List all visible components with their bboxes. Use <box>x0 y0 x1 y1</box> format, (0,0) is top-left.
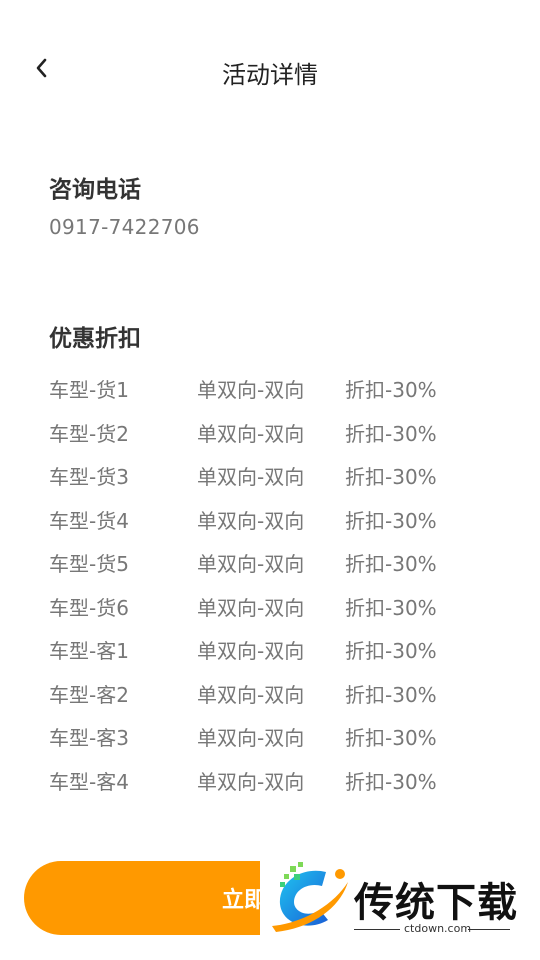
watermark-divider-left <box>354 929 400 930</box>
discount-section-title: 优惠折扣 <box>49 326 141 352</box>
vehicle-type-cell: 车型-客3 <box>49 726 129 751</box>
discount-row: 车型-货5 单双向-双向 折扣-30% <box>49 541 509 585</box>
vehicle-type-cell: 车型-货4 <box>49 508 129 533</box>
discount-row: 车型-客2 单双向-双向 折扣-30% <box>49 672 509 716</box>
phone-number: 0917-7422706 <box>49 215 200 239</box>
discount-cell: 折扣-30% <box>345 726 437 751</box>
discount-row: 车型-客3 单双向-双向 折扣-30% <box>49 715 509 759</box>
watermark-logo <box>272 862 348 932</box>
page-title: 活动详情 <box>222 61 318 89</box>
watermark-text: 传统下载 <box>354 880 518 926</box>
watermark-divider-right <box>468 929 510 930</box>
vehicle-type-cell: 车型-货5 <box>49 552 129 577</box>
direction-cell: 单双向-双向 <box>197 595 305 620</box>
discount-cell: 折扣-30% <box>345 378 437 403</box>
vehicle-type-cell: 车型-货1 <box>49 378 129 403</box>
vehicle-type-cell: 车型-客2 <box>49 682 129 707</box>
direction-cell: 单双向-双向 <box>197 682 305 707</box>
discount-cell: 折扣-30% <box>345 595 437 620</box>
discount-cell: 折扣-30% <box>345 682 437 707</box>
direction-cell: 单双向-双向 <box>197 552 305 577</box>
discount-row: 车型-货3 单双向-双向 折扣-30% <box>49 454 509 498</box>
discount-cell: 折扣-30% <box>345 769 437 794</box>
vehicle-type-cell: 车型-货2 <box>49 421 129 446</box>
activity-detail-page: 活动详情 咨询电话 0917-7422706 优惠折扣 车型-货1 单双向-双向折… <box>0 0 540 960</box>
discount-row: 车型-货4 单双向-双向 折扣-30% <box>49 498 509 542</box>
direction-cell: 单双向-双向 <box>197 378 305 403</box>
discount-row: 车型-客4 单双向-双向 折扣-30% <box>49 759 509 803</box>
direction-cell: 单双向-双向 <box>197 465 305 490</box>
discount-cell: 折扣-30% <box>345 552 437 577</box>
vehicle-type-cell: 车型-客1 <box>49 639 129 664</box>
discount-list: 车型-货1 单双向-双向 折扣-30% 车型-货2 单双向-双向 折扣-30% 车型-货3 单… <box>49 367 509 802</box>
discount-cell: 折扣-30% <box>345 508 437 533</box>
discount-cell: 折扣-30% <box>345 465 437 490</box>
direction-cell: 单双向-双向 <box>197 421 305 446</box>
direction-cell: 单双向-双向 <box>197 726 305 751</box>
watermark: 传统下载 ctdown.com <box>260 860 540 940</box>
discount-row: 车型-货1 单双向-双向 折扣-30% <box>49 367 509 411</box>
vehicle-type-cell: 车型-客4 <box>49 769 129 794</box>
discount-row: 车型-客1 单双向-双向 折扣-30% <box>49 628 509 672</box>
direction-cell: 单双向-双向 <box>197 508 305 533</box>
watermark-url: ctdown.com <box>404 922 472 935</box>
discount-cell: 折扣-30% <box>345 639 437 664</box>
discount-row: 车型-货6 单双向-双向 折扣-30% <box>49 585 509 629</box>
direction-cell: 单双向-双向 <box>197 639 305 664</box>
vehicle-type-cell: 车型-货6 <box>49 595 129 620</box>
vehicle-type-cell: 车型-货3 <box>49 465 129 490</box>
direction-cell: 单双向-双向 <box>197 769 305 794</box>
discount-cell: 折扣-30% <box>345 421 437 446</box>
discount-row: 车型-货2 单双向-双向 折扣-30% <box>49 411 509 455</box>
phone-section-title: 咨询电话 <box>49 177 141 203</box>
